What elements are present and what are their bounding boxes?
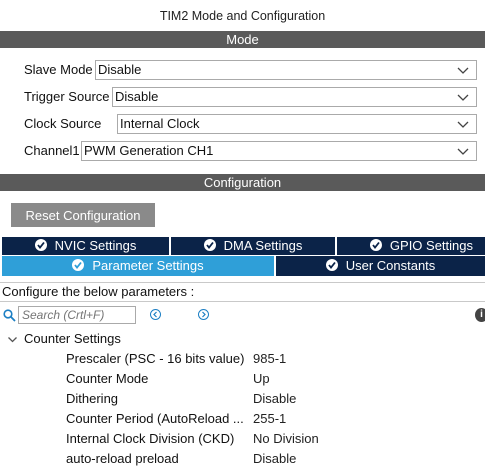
check-circle-icon (203, 239, 216, 251)
search-field[interactable] (18, 306, 136, 324)
chevron-down-icon (457, 148, 469, 155)
tab-parameter-settings[interactable]: Parameter Settings (2, 256, 274, 276)
channel1-value: PWM Generation CH1 (84, 143, 214, 158)
clock-source-value: Internal Clock (120, 116, 200, 131)
tab-label: NVIC Settings (54, 238, 137, 253)
slave-mode-select[interactable]: Disable (95, 60, 477, 80)
tab-gpio-settings[interactable]: GPIO Settings (337, 237, 485, 255)
param-auto-reload-preload-label: auto-reload preload (66, 451, 179, 466)
check-circle-icon (369, 239, 382, 251)
param-auto-reload-preload-value[interactable]: Disable (253, 449, 296, 469)
configure-text: Configure the below parameters : (2, 284, 195, 299)
param-clock-division-label: Internal Clock Division (CKD) (66, 431, 235, 446)
tab-label: GPIO Settings (389, 238, 473, 253)
trigger-source-value: Disable (115, 89, 159, 104)
check-circle-icon (325, 259, 338, 271)
channel1-select[interactable]: PWM Generation CH1 (81, 141, 477, 161)
param-counter-period-label: Counter Period (AutoReload ... (66, 411, 244, 426)
clock-source-label: Clock Source (24, 116, 102, 131)
tab-label: DMA Settings (223, 238, 303, 253)
search-input[interactable] (22, 308, 132, 322)
tab-label: Parameter Settings (92, 258, 204, 273)
channel1-label: Channel1 (24, 143, 80, 158)
clock-source-select[interactable]: Internal Clock (117, 114, 477, 134)
tab-nvic-settings[interactable]: NVIC Settings (2, 237, 169, 255)
chevron-down-icon (457, 94, 469, 101)
param-prescaler-value[interactable]: 985-1 (253, 349, 286, 369)
tab-label: User Constants (345, 258, 436, 273)
search-icon (3, 309, 16, 322)
trigger-source-select[interactable]: Disable (112, 87, 477, 107)
collapse-chevron-icon[interactable] (7, 334, 18, 345)
param-counter-mode-value[interactable]: Up (253, 369, 270, 389)
trigger-source-label: Trigger Source (24, 89, 110, 104)
param-dithering-value[interactable]: Disable (253, 389, 296, 409)
param-prescaler-label: Prescaler (PSC - 16 bits value) (66, 351, 245, 366)
configuration-section-header: Configuration (0, 174, 485, 191)
counter-settings-group-label[interactable]: Counter Settings (24, 329, 121, 349)
param-clock-division-value[interactable]: No Division (253, 429, 319, 449)
check-circle-icon (34, 239, 47, 251)
configure-parameters-text: Configure the below parameters : (0, 282, 485, 302)
param-counter-period-value[interactable]: 255-1 (253, 409, 286, 429)
slave-mode-label: Slave Mode (24, 62, 93, 77)
info-icon[interactable]: i (475, 308, 485, 322)
reset-configuration-button[interactable]: Reset Configuration (11, 203, 155, 227)
chevron-down-icon (457, 121, 469, 128)
param-counter-mode-label: Counter Mode (66, 371, 149, 386)
tab-user-constants[interactable]: User Constants (276, 256, 485, 276)
slave-mode-value: Disable (98, 62, 142, 77)
check-circle-icon (72, 259, 85, 271)
chevron-down-icon (457, 67, 469, 74)
mode-section-header: Mode (0, 31, 485, 48)
tab-dma-settings[interactable]: DMA Settings (171, 237, 335, 255)
window-title: TIM2 Mode and Configuration (159, 9, 326, 23)
param-dithering-label: Dithering (66, 391, 119, 406)
arrow-left-icon[interactable] (150, 309, 161, 320)
arrow-right-icon[interactable] (198, 309, 209, 320)
